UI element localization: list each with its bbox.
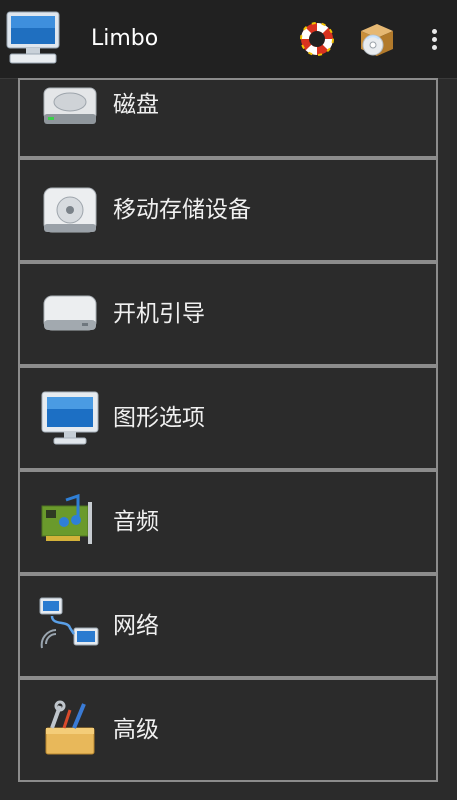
app-title: Limbo bbox=[91, 26, 159, 51]
removable-drive-icon bbox=[43, 295, 97, 331]
menu-item-label: 移动存储设备 bbox=[113, 197, 251, 223]
sound-card-icon bbox=[41, 493, 92, 544]
menu-item-label: 开机引导 bbox=[113, 301, 205, 327]
menu-item-label: 磁盘 bbox=[113, 92, 159, 118]
network-icon bbox=[39, 597, 99, 649]
lifebuoy-icon bbox=[300, 22, 334, 56]
menu-item-graphics[interactable]: 图形选项 bbox=[18, 366, 438, 470]
menu-item-label: 图形选项 bbox=[113, 405, 205, 431]
menu-item-label: 音频 bbox=[113, 509, 159, 535]
menu-item-boot[interactable]: 开机引导 bbox=[18, 262, 438, 366]
install-package-button[interactable] bbox=[357, 19, 397, 59]
tools-box-icon bbox=[45, 700, 95, 755]
overflow-menu-button[interactable] bbox=[420, 22, 448, 58]
package-disc-icon bbox=[361, 24, 393, 56]
menu-item-disk[interactable]: 磁盘 bbox=[18, 78, 438, 158]
menu-item-removable-storage[interactable]: 移动存储设备 bbox=[18, 158, 438, 262]
menu-item-label: 网络 bbox=[113, 613, 159, 639]
menu-item-advanced[interactable]: 高级 bbox=[18, 678, 438, 782]
hard-disk-icon bbox=[43, 87, 97, 124]
optical-drive-icon bbox=[43, 187, 97, 233]
menu-item-label: 高级 bbox=[113, 717, 159, 743]
monitor-icon bbox=[41, 391, 99, 445]
settings-menu-list: 磁盘 移动存储设备 开机引导 图形选项 音频 网络 高级 bbox=[18, 78, 442, 782]
menu-item-network[interactable]: 网络 bbox=[18, 574, 438, 678]
more-vert-icon bbox=[432, 29, 437, 34]
help-lifebuoy-button[interactable] bbox=[297, 19, 337, 59]
menu-item-audio[interactable]: 音频 bbox=[18, 470, 438, 574]
app-bar: Limbo bbox=[0, 0, 457, 79]
computer-icon[interactable] bbox=[4, 10, 62, 66]
